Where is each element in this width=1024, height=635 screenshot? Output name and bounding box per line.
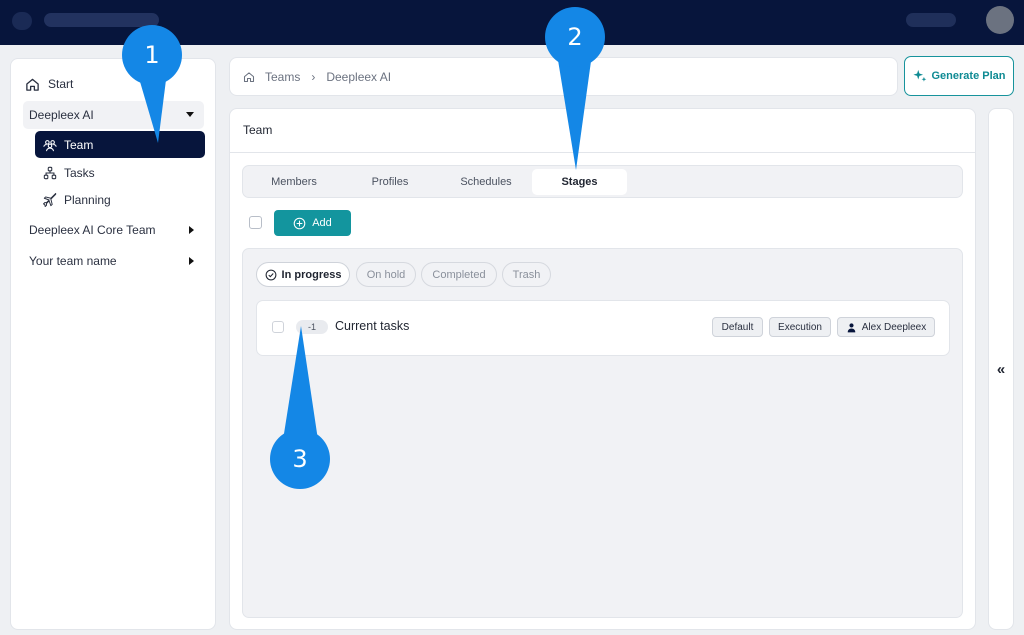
sidebar-group-label: Deepleex AI Core Team xyxy=(29,223,156,237)
stages-panel: In progress On hold Completed Trash -1 C… xyxy=(242,248,963,618)
callout-3: 3 xyxy=(270,429,330,489)
home-icon xyxy=(26,78,39,91)
tab-bar: Members Profiles Schedules Stages xyxy=(242,165,963,198)
tab-schedules[interactable]: Schedules xyxy=(438,169,534,195)
caret-down-icon xyxy=(186,112,194,117)
check-circle-icon xyxy=(265,269,276,280)
generate-plan-label: Generate Plan xyxy=(931,70,1006,82)
sidebar-item-team[interactable]: Team xyxy=(35,131,205,158)
double-chevron-left-icon: « xyxy=(996,360,1006,378)
collapse-panel-button[interactable]: « xyxy=(988,108,1014,630)
list-item[interactable]: -1 Current tasks Default Execution Alex … xyxy=(256,300,950,356)
sidebar-group-deepleex-ai[interactable]: Deepleex AI xyxy=(23,101,204,129)
sidebar-group-core-team[interactable]: Deepleex AI Core Team xyxy=(23,216,204,244)
plane-icon xyxy=(43,192,57,207)
filter-label: In progress xyxy=(281,268,342,281)
generate-plan-button[interactable]: Generate Plan xyxy=(904,56,1014,96)
team-icon xyxy=(43,139,57,151)
tag-execution[interactable]: Execution xyxy=(769,317,831,337)
sidebar-item-label: Start xyxy=(48,77,74,91)
task-id-badge: -1 xyxy=(296,320,328,334)
sidebar-group-your-team[interactable]: Your team name xyxy=(23,247,204,275)
sidebar-group-label: Deepleex AI xyxy=(29,108,94,122)
caret-right-icon xyxy=(189,257,194,265)
sparkle-icon xyxy=(912,69,926,82)
divider xyxy=(230,152,975,153)
select-all-checkbox[interactable] xyxy=(249,216,262,229)
tag-assignee[interactable]: Alex Deepleex xyxy=(837,317,935,337)
sidebar-item-tasks[interactable]: Tasks xyxy=(35,159,205,186)
task-title[interactable]: Current tasks xyxy=(335,319,409,333)
team-panel: Team Members Profiles Schedules Stages A… xyxy=(229,108,976,630)
tab-stages[interactable]: Stages xyxy=(532,169,627,195)
callout-1: 1 xyxy=(122,25,182,85)
sidebar-item-label: Planning xyxy=(64,192,111,207)
tab-profiles[interactable]: Profiles xyxy=(342,169,438,195)
tag-default[interactable]: Default xyxy=(712,317,763,337)
callout-2: 2 xyxy=(545,7,605,67)
app-logo xyxy=(44,13,159,27)
assignee-name: Alex Deepleex xyxy=(861,321,927,333)
tasks-icon xyxy=(43,166,57,179)
user-icon xyxy=(847,322,856,332)
filter-completed[interactable]: Completed xyxy=(421,262,497,287)
filter-on-hold[interactable]: On hold xyxy=(356,262,416,287)
user-name xyxy=(906,13,956,27)
task-checkbox[interactable] xyxy=(272,321,284,333)
sidebar-item-label: Tasks xyxy=(64,165,95,180)
breadcrumb-teams[interactable]: Teams xyxy=(265,70,300,84)
filter-in-progress[interactable]: In progress xyxy=(256,262,350,287)
tab-members[interactable]: Members xyxy=(246,169,342,195)
sidebar: Start Deepleex AI Team Tasks Planning De… xyxy=(10,58,216,630)
menu-icon[interactable] xyxy=(12,12,32,30)
sidebar-group-label: Your team name xyxy=(29,254,117,268)
caret-right-icon xyxy=(189,226,194,234)
add-button[interactable]: Add xyxy=(274,210,351,236)
sidebar-item-planning[interactable]: Planning xyxy=(35,186,205,213)
avatar[interactable] xyxy=(986,6,1014,34)
sidebar-item-label: Team xyxy=(64,137,94,152)
chevron-right-icon: › xyxy=(311,69,316,84)
add-label: Add xyxy=(312,217,332,229)
filter-trash[interactable]: Trash xyxy=(502,262,551,287)
page-title: Team xyxy=(243,123,273,137)
breadcrumb-current: Deepleex AI xyxy=(326,69,392,84)
sidebar-item-start[interactable]: Start xyxy=(25,71,73,97)
plus-circle-icon xyxy=(293,217,306,229)
home-icon[interactable] xyxy=(243,71,255,83)
